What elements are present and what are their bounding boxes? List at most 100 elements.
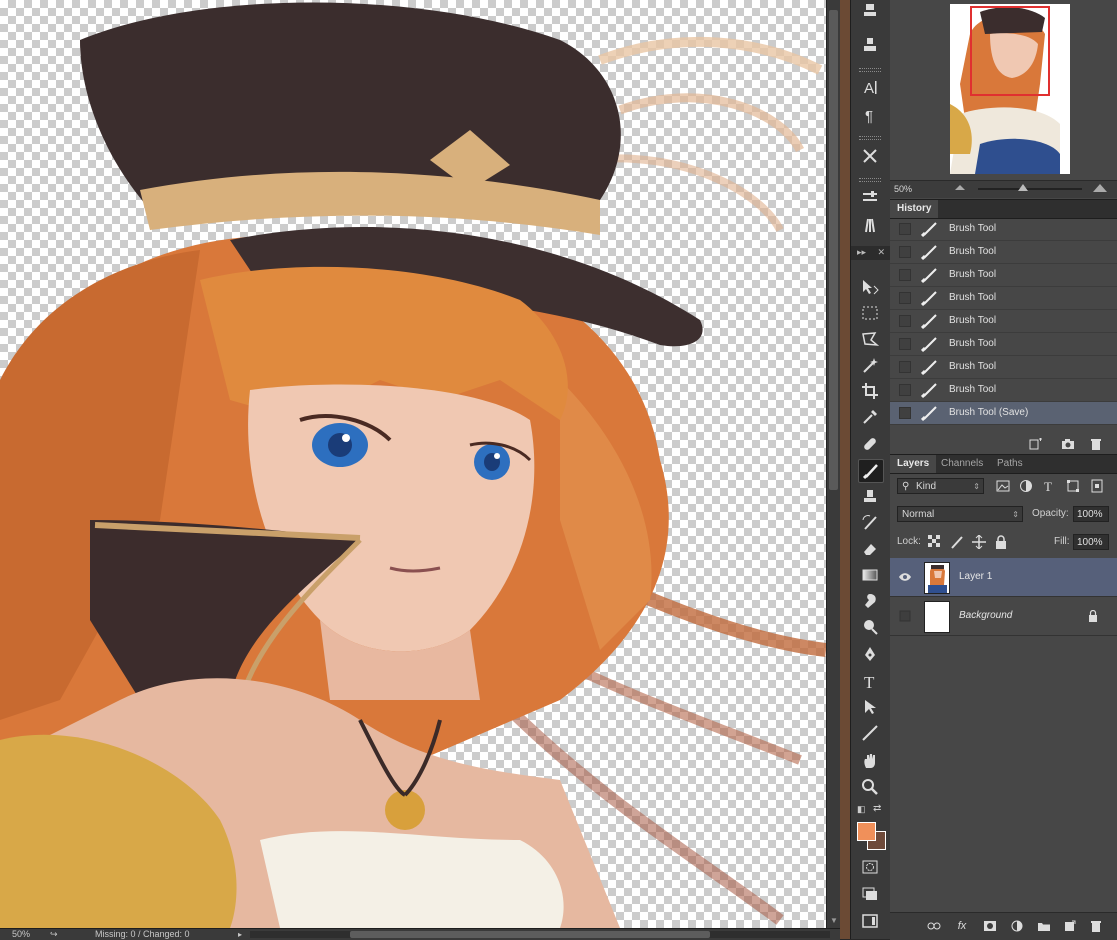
toolbox-header[interactable]: ▸▸ ✕: [851, 246, 890, 260]
new-layer-icon[interactable]: [1062, 919, 1078, 933]
hscroll-thumb[interactable]: [350, 931, 710, 938]
status-zoom[interactable]: 50%: [12, 929, 30, 940]
history-snapshot-checkbox[interactable]: [899, 338, 911, 350]
history-item[interactable]: Brush Tool: [890, 310, 1117, 333]
status-share-icon[interactable]: ↪: [50, 929, 58, 940]
zoom-out-icon[interactable]: [955, 185, 965, 190]
tool-button[interactable]: [858, 0, 882, 22]
history-snapshot-checkbox[interactable]: [899, 246, 911, 258]
marquee-tool[interactable]: [858, 302, 882, 324]
history-item[interactable]: Brush Tool: [890, 241, 1117, 264]
magic-wand-tool[interactable]: [858, 354, 882, 376]
layer-row-background[interactable]: Background: [890, 597, 1117, 636]
clone-stamp-tool[interactable]: [858, 486, 882, 508]
history-snapshot-checkbox[interactable]: [899, 292, 911, 304]
layer-row-layer-1[interactable]: Layer 1: [890, 558, 1117, 597]
history-item[interactable]: Brush Tool (Save): [890, 402, 1117, 425]
layer-name[interactable]: Layer 1: [959, 571, 992, 582]
lock-all-icon[interactable]: [995, 535, 1009, 549]
folder-icon[interactable]: [1036, 919, 1052, 933]
healing-brush-tool[interactable]: [858, 433, 882, 455]
history-snapshot-checkbox[interactable]: [899, 223, 911, 235]
panel-grip[interactable]: [859, 68, 881, 72]
scroll-down-arrow[interactable]: ▼: [828, 916, 840, 926]
lock-position-icon[interactable]: [972, 534, 986, 550]
frame-button[interactable]: [858, 910, 882, 932]
filter-shape-icon[interactable]: [1066, 479, 1080, 493]
zoom-slider-knob[interactable]: [1018, 184, 1028, 191]
history-snapshot-checkbox[interactable]: [899, 269, 911, 281]
default-colors-icon[interactable]: ◧: [857, 804, 866, 815]
history-item[interactable]: Brush Tool: [890, 287, 1117, 310]
history-item[interactable]: Brush Tool: [890, 333, 1117, 356]
line-tool[interactable]: [858, 722, 882, 744]
camera-icon[interactable]: [1060, 437, 1076, 451]
tab-history[interactable]: History: [890, 200, 939, 218]
document-canvas[interactable]: [0, 0, 826, 928]
opacity-field[interactable]: 100%: [1073, 506, 1109, 522]
swap-colors-icon[interactable]: ⇄: [873, 803, 881, 814]
trash-icon[interactable]: [1088, 919, 1104, 933]
type-panel-button[interactable]: A: [858, 76, 882, 98]
history-item[interactable]: Brush Tool: [890, 379, 1117, 402]
eye-icon[interactable]: [898, 570, 912, 584]
history-snapshot-checkbox[interactable]: [899, 407, 911, 419]
eraser-tool[interactable]: [858, 538, 882, 560]
blur-tool[interactable]: [858, 590, 882, 612]
path-selection-tool[interactable]: [858, 696, 882, 718]
lasso-tool[interactable]: [858, 328, 882, 350]
vertical-scrollbar[interactable]: ▼: [826, 0, 841, 928]
crop-tool[interactable]: [858, 380, 882, 402]
panel-grip[interactable]: [859, 136, 881, 140]
filter-smart-object-icon[interactable]: [1090, 479, 1104, 493]
scroll-thumb[interactable]: [829, 10, 838, 490]
new-document-from-state-icon[interactable]: [1028, 437, 1044, 451]
history-snapshot-checkbox[interactable]: [899, 384, 911, 396]
hand-tool[interactable]: [858, 750, 882, 772]
layer-name[interactable]: Background: [959, 610, 1012, 621]
trash-icon[interactable]: [1088, 437, 1104, 451]
move-tool[interactable]: [858, 276, 882, 298]
filter-kind-select[interactable]: ⚲ Kind ⇕: [897, 478, 984, 494]
adjustment-layer-icon[interactable]: [1009, 919, 1025, 933]
fx-icon[interactable]: fx: [954, 919, 970, 933]
zoom-slider[interactable]: [978, 188, 1082, 190]
pen-tool[interactable]: [858, 643, 882, 665]
filter-adjustment-icon[interactable]: [1019, 479, 1033, 493]
zoom-tool[interactable]: [858, 776, 882, 798]
zoom-in-icon[interactable]: [1093, 184, 1107, 192]
eyedropper-tool[interactable]: [858, 406, 882, 428]
history-brush-tool[interactable]: [858, 512, 882, 534]
history-snapshot-checkbox[interactable]: [899, 361, 911, 373]
navigator-zoom-value[interactable]: 50%: [894, 184, 912, 194]
quick-mask-button[interactable]: [858, 856, 882, 878]
visibility-toggle[interactable]: [898, 609, 912, 623]
gradient-tool[interactable]: [858, 564, 882, 586]
history-list[interactable]: Brush Tool Brush Tool Brush Tool Brush Tool…: [890, 218, 1117, 434]
horizontal-scrollbar[interactable]: [250, 931, 830, 938]
tab-paths[interactable]: Paths: [990, 455, 1030, 473]
dodge-tool[interactable]: [858, 616, 882, 638]
tab-layers[interactable]: Layers: [890, 455, 937, 473]
brushes-button[interactable]: [858, 214, 882, 236]
panel-grip[interactable]: [859, 178, 881, 182]
history-item[interactable]: Brush Tool: [890, 218, 1117, 241]
status-menu-arrow-icon[interactable]: ▸: [238, 929, 242, 940]
link-layers-icon[interactable]: [926, 919, 942, 933]
fill-field[interactable]: 100%: [1073, 534, 1109, 550]
brush-tool[interactable]: [858, 459, 884, 483]
lock-transparent-icon[interactable]: [928, 535, 942, 549]
screen-mode-button[interactable]: [858, 882, 882, 904]
paragraph-button[interactable]: ¶: [858, 104, 882, 126]
type-tool[interactable]: T: [858, 670, 882, 692]
adjustments-button[interactable]: [858, 186, 882, 208]
tool-presets-button[interactable]: [858, 145, 882, 167]
tool-button[interactable]: [858, 34, 882, 56]
foreground-color-swatch[interactable]: [857, 822, 876, 841]
filter-type-icon[interactable]: T: [1042, 479, 1056, 494]
navigator-view-box[interactable]: [970, 6, 1050, 96]
history-item[interactable]: Brush Tool: [890, 356, 1117, 379]
lock-pixels-icon[interactable]: [950, 535, 964, 549]
navigator-thumbnail[interactable]: [950, 4, 1070, 174]
filter-pixel-icon[interactable]: [996, 479, 1010, 493]
